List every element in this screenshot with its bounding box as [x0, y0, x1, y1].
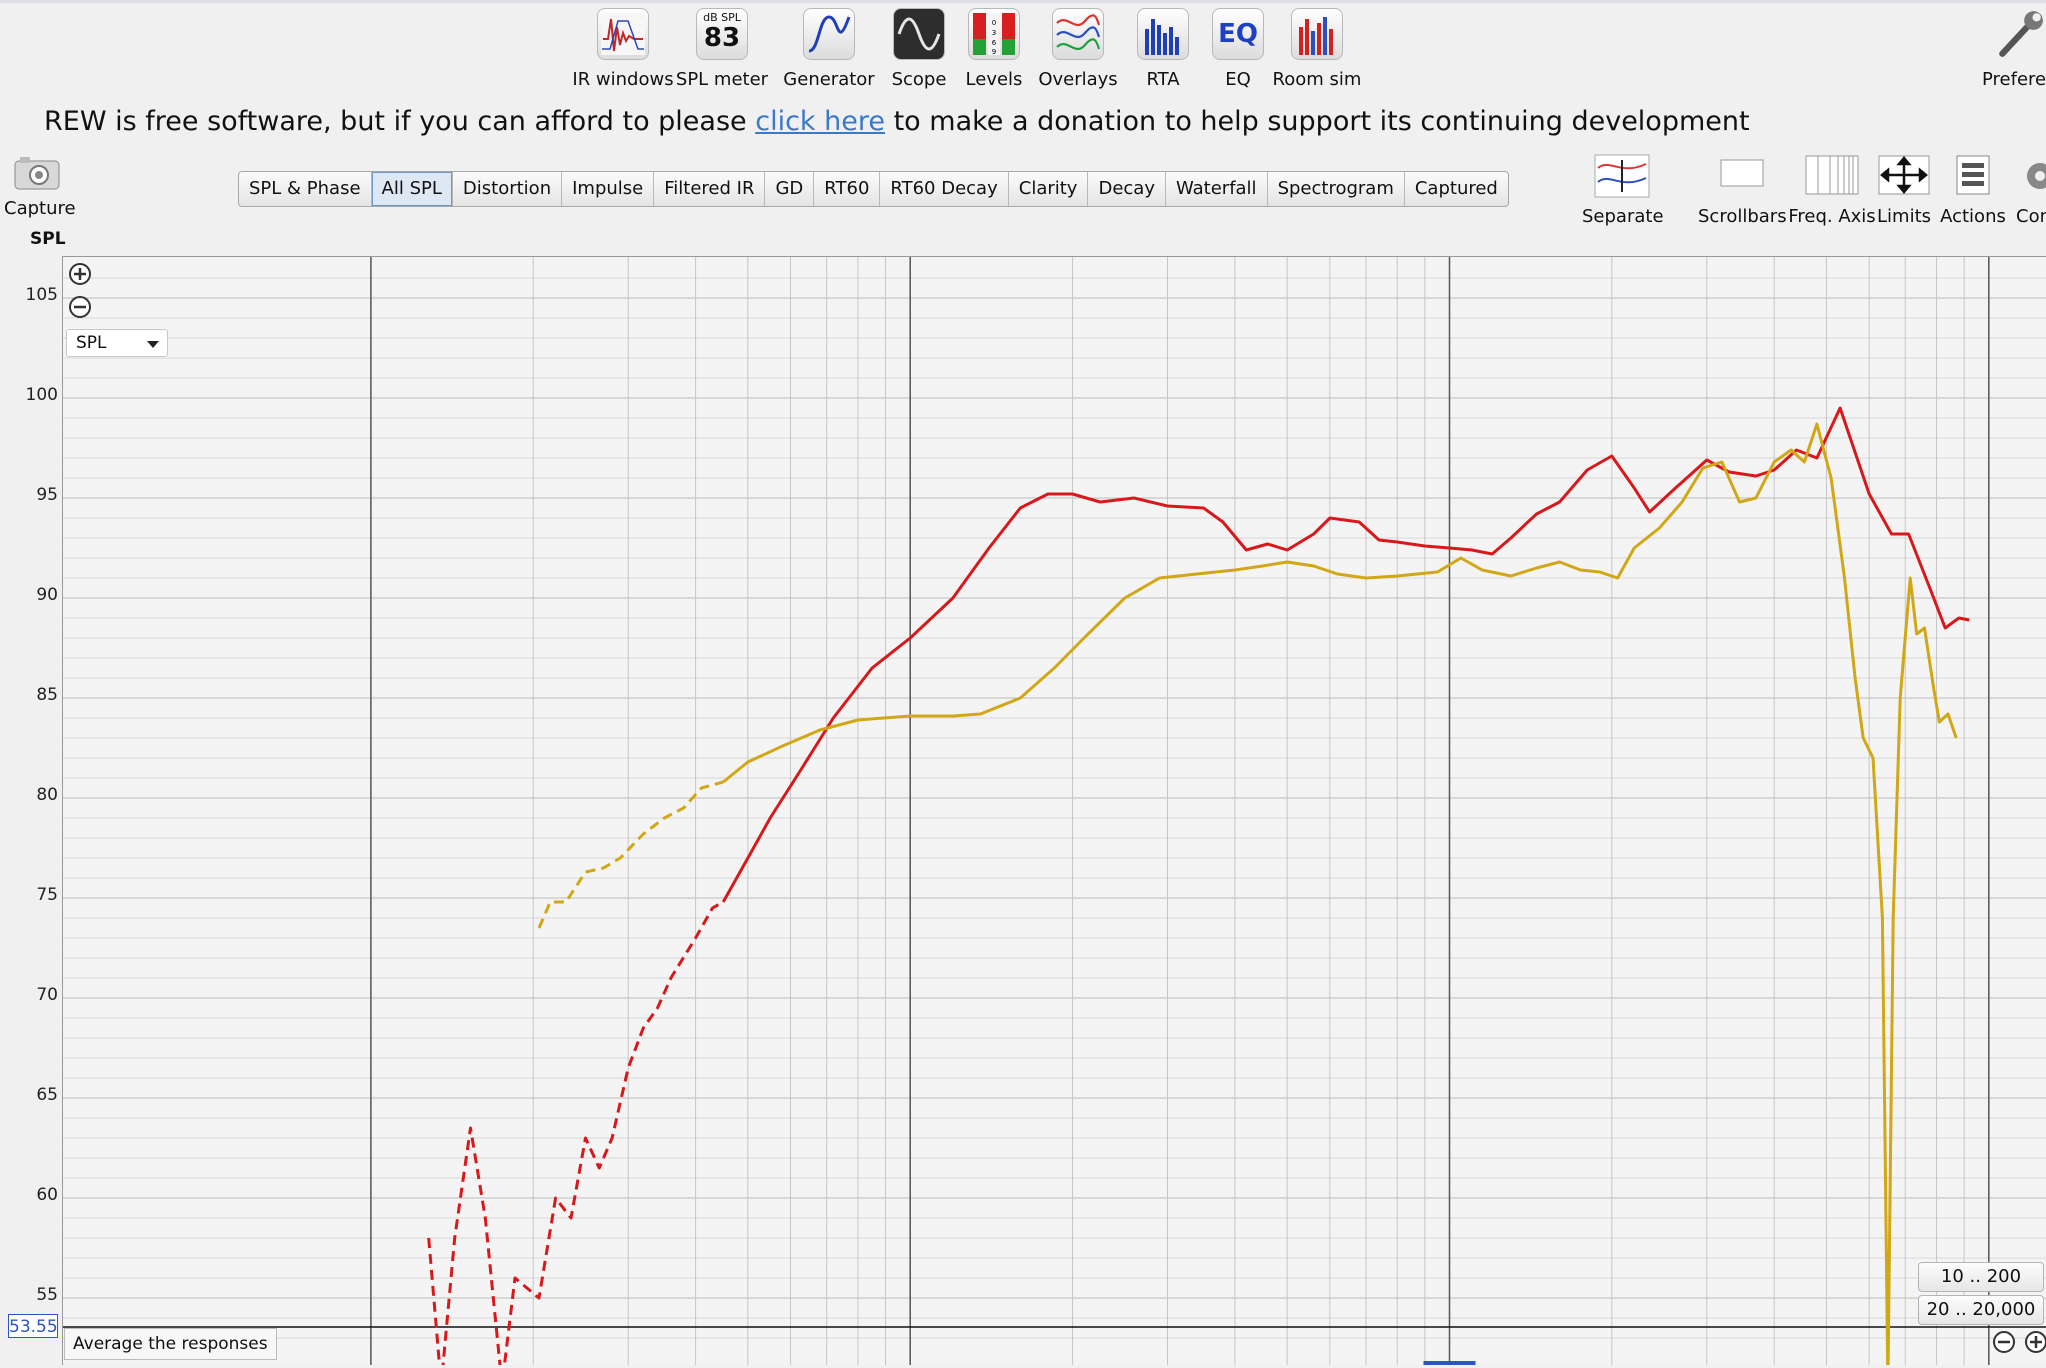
freq-axis-icon	[1804, 154, 1860, 198]
y-tick-label: 100	[25, 385, 58, 405]
tab-rt60[interactable]: RT60	[814, 172, 881, 206]
y-tick-label: 85	[36, 685, 58, 705]
limits-label: Limits	[1877, 206, 1931, 227]
generator-label: Generator	[783, 69, 875, 90]
svg-text:6: 6	[992, 39, 997, 47]
donation-text-after: to make a donation to help support its c…	[885, 106, 1750, 137]
y-tick-label: 65	[36, 1085, 58, 1105]
levels-icon: 0 3 69	[968, 8, 1020, 60]
eq-icon-text: EQ	[1218, 19, 1258, 49]
y-tick-label: 90	[36, 585, 58, 605]
separate-icon	[1594, 154, 1650, 198]
y-tick-label: 70	[36, 985, 58, 1005]
y-tick-label: 60	[36, 1185, 58, 1205]
limits-button[interactable]: Limits	[1876, 154, 1932, 227]
actions-button[interactable]: Actions	[1936, 154, 2010, 227]
generator-icon	[803, 8, 855, 60]
eq-icon: EQ	[1212, 8, 1264, 60]
y-axis-title: SPL	[30, 229, 66, 249]
rta-icon	[1137, 8, 1189, 60]
range-button-20-20000[interactable]: 20 .. 20,000	[1918, 1295, 2044, 1325]
actions-icon	[1955, 154, 1991, 198]
cursor-marker	[1423, 1361, 1476, 1365]
spl-meter-icon: dB SPL 83	[696, 8, 748, 60]
cursor-value-readout: 53.55	[8, 1314, 58, 1338]
x-zoom-in-icon[interactable]	[2024, 1330, 2046, 1354]
scope-icon	[893, 8, 945, 60]
tab-decay[interactable]: Decay	[1088, 172, 1166, 206]
y-axis-select[interactable]: SPL	[66, 329, 168, 357]
room-sim-button[interactable]: Room sim	[1265, 8, 1369, 90]
tab-captured[interactable]: Captured	[1405, 172, 1508, 206]
room-sim-icon	[1291, 8, 1343, 60]
limits-icon	[1878, 154, 1930, 198]
room-sim-label: Room sim	[1272, 69, 1362, 90]
series-0-dashed-line	[427, 900, 724, 1365]
tab-impulse[interactable]: Impulse	[562, 172, 655, 206]
y-tick-label: 105	[25, 285, 58, 305]
range-button-10-200[interactable]: 10 .. 200	[1918, 1262, 2044, 1292]
ir-windows-button[interactable]: IR windows	[571, 8, 675, 90]
separate-button[interactable]: Separate	[1582, 154, 1664, 227]
scrollbars-icon	[1719, 154, 1765, 198]
controls-button[interactable]: Con	[2012, 154, 2046, 227]
gear-icon	[2012, 154, 2046, 198]
tab-all-spl[interactable]: All SPL	[371, 172, 453, 206]
tab-spl-phase[interactable]: SPL & Phase	[239, 172, 372, 206]
camera-icon	[14, 156, 60, 190]
freq-axis-button[interactable]: Freq. Axis	[1788, 154, 1876, 227]
spl-graph[interactable]	[62, 256, 2046, 1365]
preferences-label: Preferen	[1982, 69, 2046, 90]
zoom-in-icon[interactable]	[68, 262, 92, 286]
y-tick-label: 55	[36, 1285, 58, 1305]
spl-meter-button[interactable]: dB SPL 83 SPL meter	[670, 8, 774, 90]
tab-gd[interactable]: GD	[765, 172, 815, 206]
spl-meter-icon-value: 83	[703, 23, 741, 53]
wrench-icon	[1994, 8, 2046, 60]
svg-text:9: 9	[992, 48, 996, 56]
tab-distortion[interactable]: Distortion	[453, 172, 563, 206]
chevron-down-icon	[147, 341, 159, 348]
controls-label: Con	[2016, 206, 2046, 227]
zoom-out-icon[interactable]	[68, 295, 92, 319]
preferences-button[interactable]: Preferen	[1964, 8, 2046, 90]
tab-rt60-decay[interactable]: RT60 Decay	[880, 172, 1009, 206]
y-axis-select-value: SPL	[76, 333, 107, 353]
tab-spectrogram[interactable]: Spectrogram	[1268, 172, 1405, 206]
ir-windows-label: IR windows	[572, 69, 674, 90]
actions-label: Actions	[1940, 206, 2006, 227]
x-zoom-out-icon[interactable]	[1992, 1330, 2016, 1354]
svg-text:0: 0	[992, 19, 996, 27]
scrollbars-button[interactable]: Scrollbars	[1698, 154, 1787, 227]
average-responses-button[interactable]: Average the responses	[64, 1328, 277, 1360]
separate-label: Separate	[1582, 206, 1664, 227]
tab-filtered-ir[interactable]: Filtered IR	[654, 172, 766, 206]
series-1-line	[722, 422, 1958, 1365]
donation-link[interactable]: click here	[755, 106, 885, 137]
y-tick-label: 75	[36, 885, 58, 905]
generator-button[interactable]: Generator	[777, 8, 881, 90]
y-tick-label: 80	[36, 785, 58, 805]
window-top-border	[0, 0, 2046, 3]
spl-meter-label: SPL meter	[675, 69, 769, 90]
svg-text:3: 3	[992, 29, 996, 37]
overlays-icon	[1052, 8, 1104, 60]
freq-axis-label: Freq. Axis	[1788, 206, 1876, 227]
graph-tabs: SPL & Phase All SPL Distortion Impulse F…	[238, 171, 1509, 207]
donation-message: REW is free software, but if you can aff…	[44, 106, 1750, 137]
tab-waterfall[interactable]: Waterfall	[1166, 172, 1268, 206]
y-tick-label: 95	[36, 485, 58, 505]
tab-clarity[interactable]: Clarity	[1009, 172, 1089, 206]
ir-windows-icon	[597, 8, 649, 60]
capture-button[interactable]: Capture	[4, 156, 76, 219]
scrollbars-label: Scrollbars	[1698, 206, 1787, 227]
donation-text-before: REW is free software, but if you can aff…	[44, 106, 756, 137]
capture-label: Capture	[4, 198, 76, 219]
spl-chart	[63, 257, 2046, 1365]
